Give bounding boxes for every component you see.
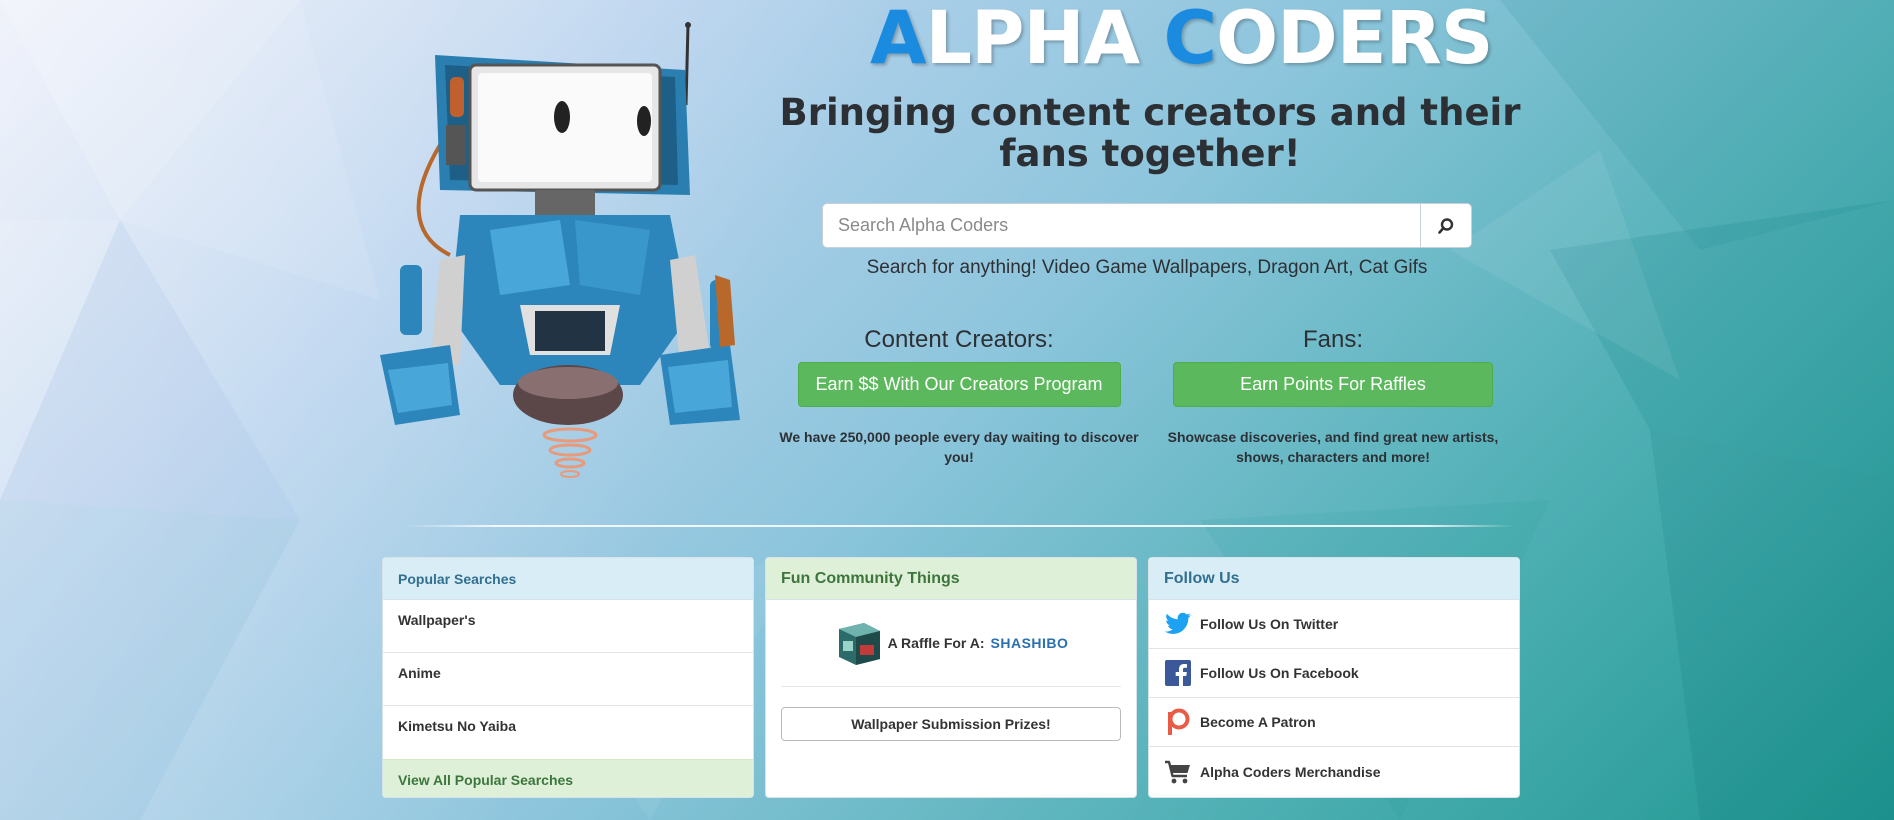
view-all-popular-link[interactable]: View All Popular Searches [383,759,753,797]
follow-us-title: Follow Us [1149,558,1519,600]
submission-prizes-button[interactable]: Wallpaper Submission Prizes! [781,707,1121,741]
popular-searches-panel: Popular Searches Wallpaper's Anime Kimet… [382,557,754,798]
search-input[interactable] [823,204,1420,247]
raffle-prize-image[interactable] [834,619,884,667]
follow-label: Follow Us On Facebook [1200,665,1359,681]
site-logo[interactable]: ALPHA CODERS [870,0,1493,81]
popular-search-item[interactable]: Kimetsu No Yaiba [383,706,753,759]
facebook-icon [1165,660,1191,686]
patreon-link[interactable]: Become A Patron [1149,698,1519,747]
raffle-item-link[interactable]: SHASHIBO [991,635,1069,651]
community-title: Fun Community Things [766,558,1136,600]
search-icon [1438,217,1454,234]
follow-twitter-link[interactable]: Follow Us On Twitter [1149,600,1519,649]
creators-section: Content Creators: Earn $$ With Our Creat… [775,326,1143,467]
popular-search-item[interactable]: Wallpaper's [383,600,753,653]
fans-section: Fans: Earn Points For Raffles Showcase d… [1163,326,1503,467]
follow-us-panel: Follow Us Follow Us On Twitter Follow Us… [1148,557,1520,798]
search-bar [822,203,1472,248]
robot-mascot-image [380,22,740,478]
follow-label: Follow Us On Twitter [1200,616,1339,632]
logo-text-lpha: LPHA [925,0,1164,81]
follow-label: Alpha Coders Merchandise [1200,763,1381,780]
popular-searches-title: Popular Searches [383,558,753,600]
community-panel: Fun Community Things A Raffle For A: SHA… [765,557,1137,798]
logo-letter-a: A [870,0,926,81]
hero-tagline: Bringing content creators and their fans… [779,91,1521,175]
fans-heading: Fans: [1302,326,1364,353]
shopping-cart-icon [1165,760,1190,783]
section-divider [405,525,1515,527]
twitter-icon [1164,612,1191,634]
merchandise-link[interactable]: Alpha Coders Merchandise [1149,747,1519,796]
follow-facebook-link[interactable]: Follow Us On Facebook [1149,649,1519,698]
popular-search-item[interactable]: Anime [383,653,753,706]
logo-text-oders: ODERS [1216,0,1493,81]
search-button[interactable] [1420,204,1471,247]
fans-description: Showcase discoveries, and find great new… [1167,429,1499,465]
follow-label: Become A Patron [1200,714,1316,730]
patreon-icon [1168,708,1190,735]
raffle-points-button[interactable]: Earn Points For Raffles [1173,362,1493,407]
creators-heading: Content Creators: [864,326,1054,353]
logo-letter-c: C [1163,0,1218,81]
creators-description: We have 250,000 people every day waiting… [779,429,1139,465]
creators-program-button[interactable]: Earn $$ With Our Creators Program [797,362,1121,407]
raffle-label: A Raffle For A: [887,635,985,651]
search-hint: Search for anything! Video Game Wallpape… [866,257,1428,278]
raffle-entry: A Raffle For A: SHASHIBO [781,600,1121,687]
